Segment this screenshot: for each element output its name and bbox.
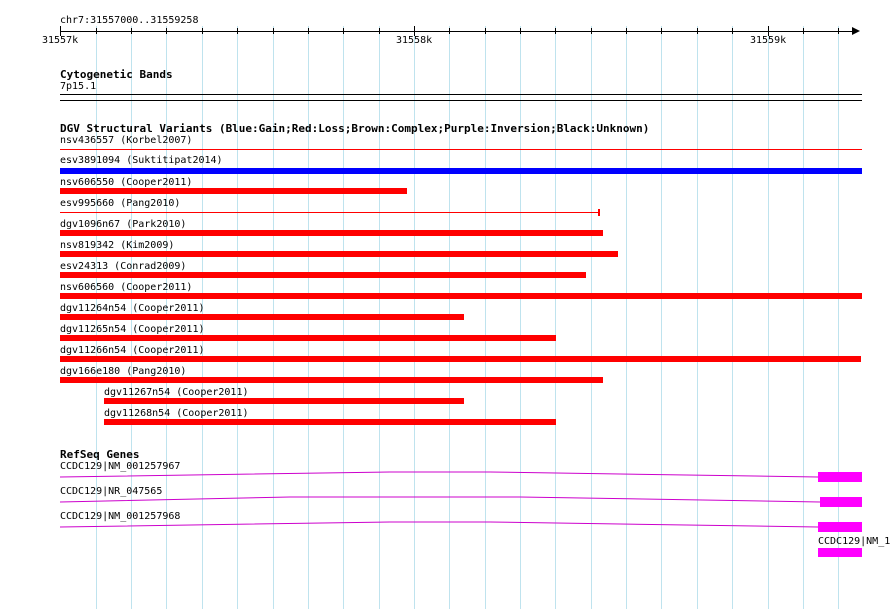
refseq-intron-lines <box>59 471 821 528</box>
gene-exon-block[interactable] <box>818 522 862 532</box>
gene-exon-block[interactable] <box>820 497 862 507</box>
gene-intron-line <box>59 496 821 503</box>
gene-intron-line <box>59 471 819 478</box>
gene-exon-block[interactable] <box>818 472 862 482</box>
gene-exon-block[interactable] <box>818 548 862 557</box>
genome-browser-view: chr7:31557000..31559258 31557k 31558k 31… <box>0 0 890 609</box>
gene-intron-line <box>59 521 819 528</box>
